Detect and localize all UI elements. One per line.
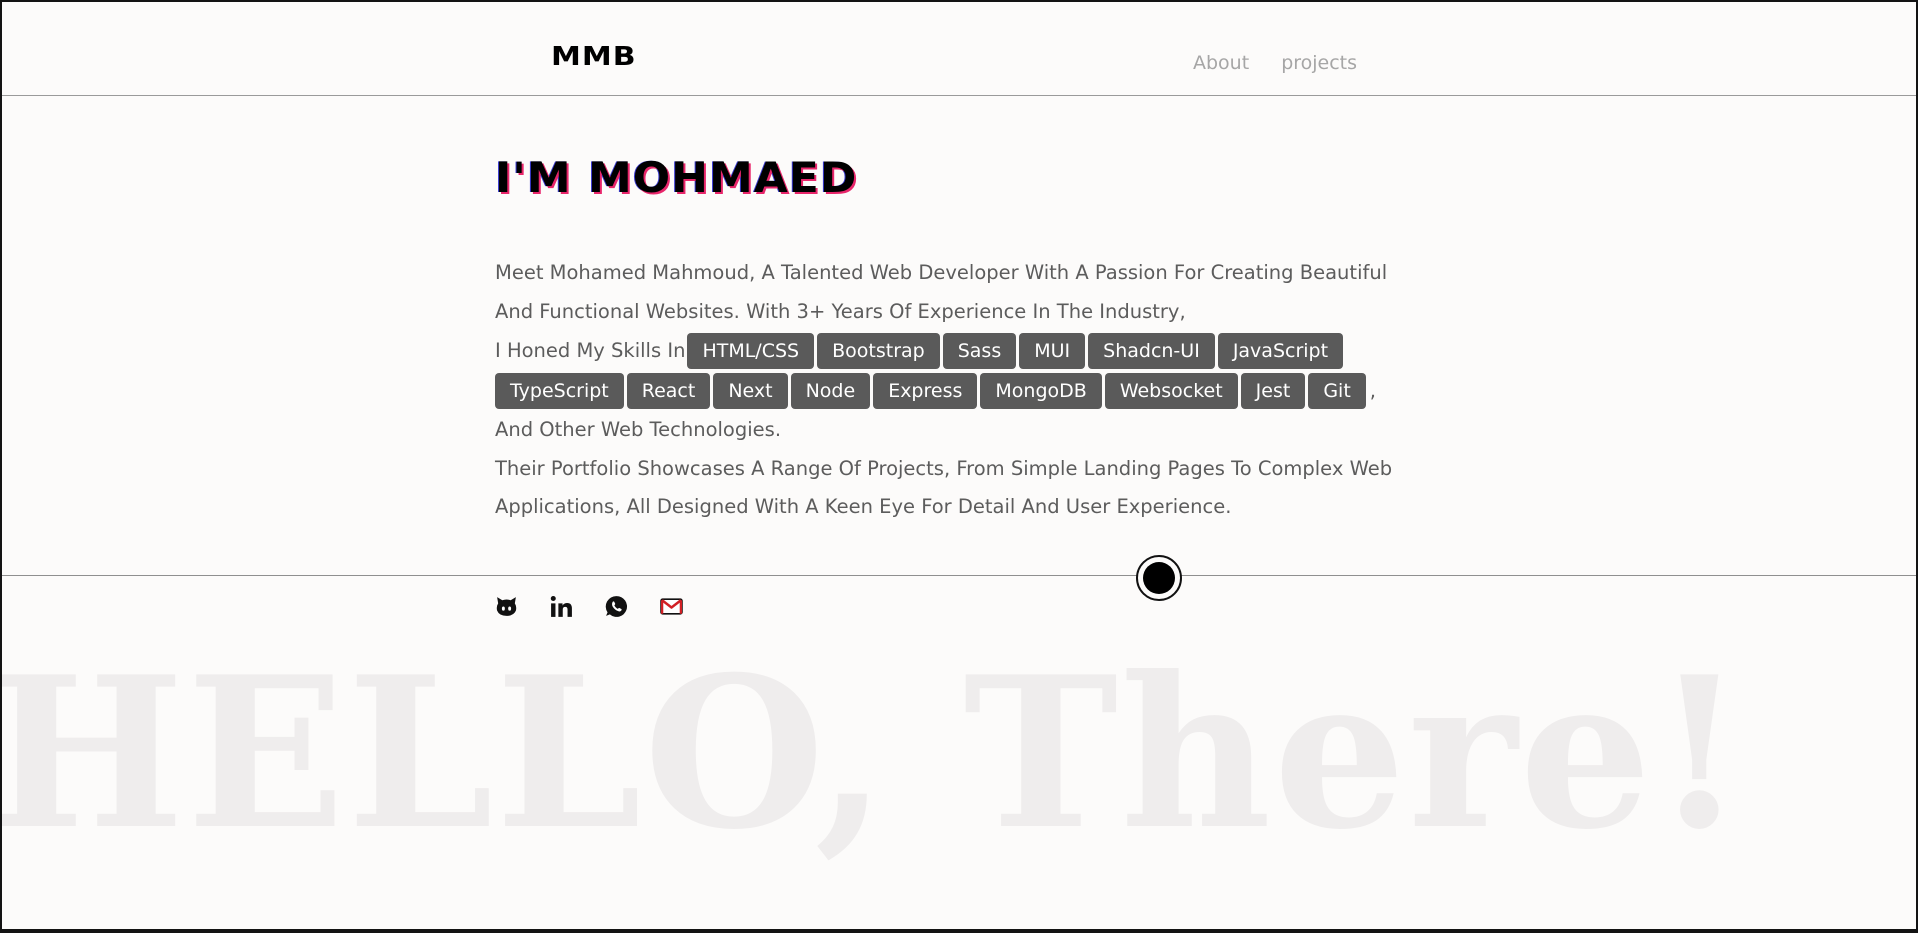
- gmail-icon[interactable]: [659, 594, 684, 619]
- github-icon[interactable]: [494, 594, 519, 619]
- skill-tag: Git: [1308, 373, 1366, 409]
- bio-line: And Other Web Technologies.: [495, 418, 782, 441]
- nav-projects[interactable]: projects: [1281, 52, 1357, 74]
- bio-line: And Functional Websites. With 3+ Years O…: [495, 299, 1186, 323]
- linkedin-icon[interactable]: [549, 594, 574, 619]
- skills-tail: ,: [1369, 378, 1376, 402]
- scroll-dot-icon: [1143, 562, 1175, 594]
- bio-line: Their Portfolio Showcases A Range Of Pro…: [495, 456, 1393, 480]
- skill-tag: Websocket: [1104, 373, 1238, 409]
- skill-tag: Bootstrap: [817, 333, 940, 369]
- logo[interactable]: MMB: [551, 42, 637, 72]
- skill-tag: React: [626, 373, 711, 409]
- skill-tag: Express: [873, 373, 978, 409]
- site-header: MMB About projects: [2, 2, 1916, 96]
- nav-about[interactable]: About: [1193, 52, 1249, 74]
- skill-tag: Next: [713, 373, 788, 409]
- background-hello-text: HELLO, There!: [2, 632, 1747, 876]
- skill-tag: JavaScript: [1217, 333, 1344, 369]
- skill-tag: Node: [790, 373, 871, 409]
- skills-lead: I Honed My Skills In: [495, 338, 686, 362]
- skill-tag: Shadcn-UI: [1088, 333, 1215, 369]
- whatsapp-icon[interactable]: [604, 594, 629, 619]
- page: MMB About projects I'M MOHMAED Meet Moha…: [2, 2, 1916, 929]
- scroll-indicator[interactable]: [1136, 555, 1182, 601]
- skill-tag: Jest: [1240, 373, 1306, 409]
- main-nav: About projects: [1193, 52, 1357, 74]
- skills-list: I Honed My Skills In HTML/CSS Bootstrap Sa…: [495, 331, 1425, 411]
- skill-tag: MongoDB: [980, 373, 1102, 409]
- bio-line: Meet Mohamed Mahmoud, A Talented Web Dev…: [495, 261, 1388, 284]
- bio-line: Applications, All Designed With A Keen E…: [495, 495, 1232, 518]
- skill-tag: Sass: [942, 333, 1017, 369]
- skill-tag: MUI: [1019, 333, 1086, 369]
- page-title: I'M MOHMAED: [495, 154, 858, 203]
- skill-tag: TypeScript: [495, 373, 624, 409]
- bio: Meet Mohamed Mahmoud, A Talented Web Dev…: [495, 254, 1425, 527]
- social-links: [494, 594, 684, 619]
- divider: [2, 575, 1916, 576]
- skill-tag: HTML/CSS: [687, 333, 815, 369]
